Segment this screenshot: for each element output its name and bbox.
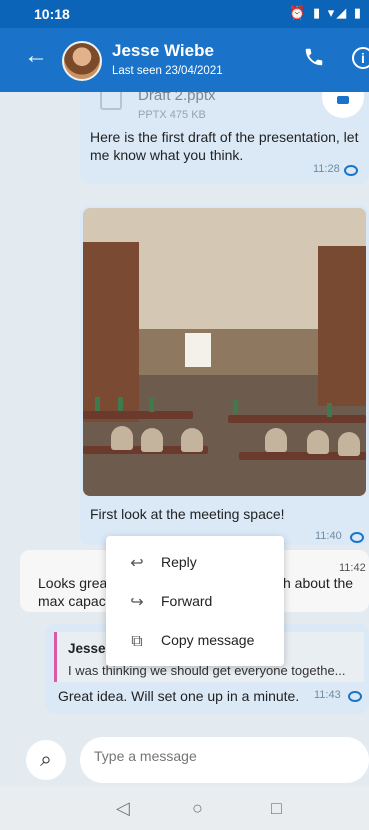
- home-icon[interactable]: ○: [192, 799, 203, 817]
- chair: [181, 428, 203, 452]
- message-context-menu: ↩ Reply ↪ Forward ⧉ Copy message: [106, 536, 284, 666]
- download-button[interactable]: [322, 92, 364, 118]
- meeting-room-photo[interactable]: [83, 208, 366, 496]
- chair: [338, 432, 360, 456]
- chat-header: ← Jesse Wiebe Last seen 23/04/2021 i: [0, 28, 369, 92]
- read-receipt-icon: [348, 691, 362, 702]
- menu-item-reply[interactable]: ↩ Reply: [106, 544, 284, 582]
- image-caption: First look at the meeting space!: [90, 506, 285, 522]
- message-text-fragment: max capac: [38, 593, 106, 609]
- wall-panel-left: [83, 242, 139, 422]
- contact-avatar[interactable]: [62, 41, 102, 81]
- chair: [141, 428, 163, 452]
- phone-icon[interactable]: [303, 46, 325, 68]
- message-input[interactable]: [92, 747, 346, 765]
- status-time: 10:18: [34, 6, 70, 22]
- message-time: 11:40: [315, 530, 342, 542]
- file-name: Draft 2.pptx: [138, 92, 216, 104]
- message-time: 11:28: [313, 163, 340, 175]
- message-text-fragment: h about the: [283, 575, 354, 591]
- water-bottle: [118, 397, 123, 411]
- back-icon[interactable]: ◁: [116, 799, 130, 817]
- table: [83, 411, 193, 419]
- menu-label: Copy message: [161, 632, 255, 648]
- quoted-sender: Jesse: [68, 641, 106, 656]
- message-time: 11:43: [314, 689, 341, 701]
- download-icon: [337, 96, 349, 104]
- copy-icon: ⧉: [131, 633, 143, 650]
- read-receipt-icon: [344, 165, 358, 176]
- paperclip-icon: ⌕: [40, 748, 52, 771]
- chair: [307, 430, 329, 454]
- last-seen-status: Last seen 23/04/2021: [112, 65, 223, 77]
- forward-icon: ↪: [130, 594, 144, 611]
- image-message-bubble[interactable]: First look at the meeting space! 11:40: [80, 205, 369, 545]
- water-bottle: [149, 398, 154, 412]
- table: [228, 415, 366, 423]
- attachment-button[interactable]: ⌕: [26, 740, 66, 780]
- info-icon[interactable]: i: [352, 47, 369, 69]
- message-composer: ⌕: [0, 730, 369, 786]
- back-arrow-icon[interactable]: ←: [24, 44, 48, 68]
- chair: [111, 426, 133, 450]
- message-input-container[interactable]: [80, 737, 369, 783]
- status-icons: ⏰ ▮ ▾◢ ▮: [289, 5, 363, 20]
- message-time: 11:42: [339, 562, 366, 574]
- file-message-bubble[interactable]: Draft 2.pptx PPTX 475 KB Here is the fir…: [80, 92, 369, 184]
- message-text: Here is the first draft of the presentat…: [90, 129, 359, 163]
- menu-label: Reply: [161, 554, 197, 570]
- water-bottle: [327, 403, 332, 417]
- read-receipt-icon: [350, 532, 364, 543]
- android-navigation-bar: ◁ ○ □: [0, 786, 369, 830]
- status-bar: 10:18 ⏰ ▮ ▾◢ ▮: [0, 0, 369, 28]
- file-meta: PPTX 475 KB: [138, 109, 206, 121]
- water-bottle: [95, 397, 100, 411]
- file-select-checkbox[interactable]: [100, 92, 122, 110]
- water-bottle: [233, 400, 238, 414]
- message-text: Great idea. Will set one up in a minute.: [58, 688, 300, 704]
- menu-item-forward[interactable]: ↪ Forward: [106, 583, 284, 621]
- menu-item-copy[interactable]: ⧉ Copy message: [106, 622, 284, 660]
- recents-icon[interactable]: □: [271, 799, 282, 817]
- chair: [265, 428, 287, 452]
- reply-icon: ↩: [130, 555, 144, 572]
- contact-name[interactable]: Jesse Wiebe: [112, 41, 214, 61]
- menu-label: Forward: [161, 593, 213, 609]
- message-text-fragment: Looks grea: [38, 575, 108, 591]
- wall-panel-right: [318, 246, 366, 406]
- presentation-board: [185, 333, 211, 367]
